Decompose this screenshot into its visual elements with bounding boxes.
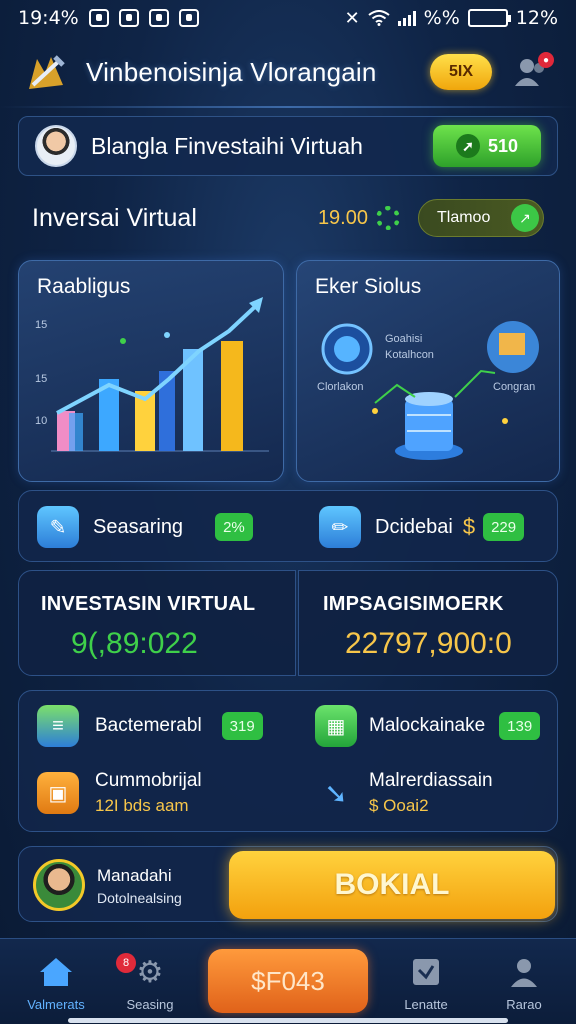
stack-icon: ≡ (37, 705, 79, 747)
notification-badge: ● (538, 52, 554, 68)
list-badge: 139 (499, 712, 541, 740)
coin-button[interactable]: 5IX (430, 54, 492, 90)
growth-chart-panel[interactable]: Raabligus 15 15 10 (18, 260, 284, 482)
stat-badge: 229 (483, 513, 525, 541)
activity-list: ≡ Bactemerabl 319 ▦ Malockainake 139 ▣ C… (18, 690, 558, 832)
stat-label: Dcidebai (375, 515, 453, 538)
manager-sub: Dotolnealsing (97, 890, 182, 906)
home-icon (38, 955, 74, 989)
avatar (35, 125, 77, 167)
virtual-investment-card[interactable]: INVESTASIN VIRTUAL 9(,89:022 (18, 570, 296, 676)
axis-tick: 10 (35, 415, 48, 427)
notification-icon (88, 9, 109, 27)
cta-row: Manadahi Dotolnealsing BOKIAL (18, 846, 558, 922)
image-icon (178, 9, 199, 27)
investasi-pill-label: Tlamoo (437, 209, 491, 226)
nav-item-home[interactable]: Valmerats (6, 955, 106, 1012)
diagram-label: Clorlakon (317, 381, 364, 393)
card-value: 9(,89:022 (71, 627, 198, 660)
arrow-down-icon: ➘ (324, 777, 348, 809)
settings-icon[interactable] (376, 206, 400, 230)
person-icon (506, 955, 542, 989)
profile-card[interactable]: Blangla Finvestaihi Virtuah ➚ 510 (18, 116, 558, 176)
list-item[interactable]: ≡ Bactemerabl 319 (37, 703, 263, 749)
wifi-icon (368, 10, 390, 26)
app-title: Vinbenoisinja Vlorangain (86, 56, 377, 87)
home-indicator[interactable] (68, 1018, 508, 1023)
status-time: 19:4% (18, 7, 79, 29)
currency-icon: $ (462, 514, 476, 539)
battery-icon (467, 9, 511, 27)
network-panel[interactable]: Eker Siolus Goahisi Kotalhcon Clorlakon … (296, 260, 560, 482)
section-title: Inversai Virtual (32, 203, 197, 232)
investasi-value: 19.00 (317, 206, 368, 229)
investasi-row: Inversai Virtual 19.00 Tlamoo ↗ (0, 192, 576, 244)
nav-item-profile[interactable]: Rarao (474, 955, 574, 1012)
nav-badge: 8 (116, 953, 136, 973)
mute-icon: ✕ (344, 7, 360, 29)
list-label: Bactemerabl (95, 715, 202, 736)
app-notification-icon (118, 9, 139, 27)
impsagis-card[interactable]: IMPSAGISIMOERK 22797,900:0 (298, 570, 558, 676)
app-logo-icon[interactable] (24, 50, 70, 94)
nav-label: Seasing (126, 997, 174, 1012)
message-icon (148, 9, 169, 27)
user-button[interactable]: ● (512, 52, 554, 92)
signal-icon (397, 10, 416, 26)
list-item[interactable]: ➘ Malrerdiassain $ Ooai2 (315, 765, 493, 821)
stats-row: ✎ Seasaring 2% ✏ Dcidebai $ 229 (18, 490, 558, 562)
status-bar: 19:4% ✕ %% 12% (0, 0, 576, 36)
gear-icon: ⚙ (136, 955, 164, 989)
nav-item-lenatte[interactable]: Lenatte (376, 955, 476, 1012)
nav-label: Valmerats (27, 997, 85, 1012)
profile-name: Blangla Finvestaihi Virtuah (91, 132, 363, 159)
list-item[interactable]: ▣ Cummobrijal 12I bds aam (37, 765, 202, 821)
card-value: 22797,900:0 (345, 627, 512, 660)
primary-action-button[interactable]: BOKIAL (229, 851, 555, 919)
list-sub: 12I bds aam (95, 796, 189, 815)
cube-icon: ▦ (315, 705, 357, 747)
axis-tick: 15 (35, 319, 48, 331)
stat-seasaring[interactable]: ✎ Seasaring 2% (37, 502, 253, 552)
manager-name: Manadahi (97, 866, 172, 885)
tag-icon (408, 955, 444, 989)
list-badge: 319 (221, 712, 263, 740)
divider (0, 106, 576, 108)
nav-label: Rarao (506, 997, 542, 1012)
battery-text: 12% (515, 7, 558, 29)
card-label: INVESTASIN VIRTUAL (41, 593, 256, 615)
arrow-icon: ➚ (455, 134, 480, 158)
list-label: Malockainake (369, 715, 486, 736)
bottom-nav: Valmerats ⚙ Seasing 8 $F043 Lenatte Rara… (0, 938, 576, 1024)
nav-label: Lenatte (404, 997, 448, 1012)
stat-label: Seasaring (93, 515, 184, 538)
stat-dcidebai[interactable]: ✏ Dcidebai $ 229 (319, 502, 525, 552)
nav-item-settings[interactable]: ⚙ Seasing 8 (100, 953, 200, 1012)
app-bar: Vinbenoisinja Vlorangain 5IX ● (0, 40, 576, 104)
manager-avatar (33, 859, 85, 911)
signal-text: %% (423, 7, 460, 29)
list-item[interactable]: ▦ Malockainake 139 (315, 703, 541, 749)
pencil-icon: ✏ (319, 506, 361, 548)
axis-tick: 15 (35, 373, 48, 385)
list-sub: $ Ooai2 (369, 796, 429, 815)
diagram-label: Kotalhcon (385, 349, 434, 361)
box-icon: ▣ (37, 772, 79, 814)
edit-icon: ✎ (37, 506, 79, 548)
list-label: Malrerdiassain (369, 770, 493, 791)
stat-badge: 2% (215, 513, 253, 541)
panel-title: Eker Siolus (315, 275, 422, 298)
manager-info: Manadahi Dotolnealsing (97, 865, 182, 909)
diagram-label: Goahisi (385, 333, 423, 345)
balance-button[interactable]: ➚ 510 (433, 125, 541, 167)
balance-value: 510 (487, 135, 519, 156)
diagram-label: Congran (493, 381, 536, 393)
nav-center-button[interactable]: $F043 (208, 949, 368, 1013)
growth-chart-icon (51, 297, 269, 452)
card-label: IMPSAGISIMOERK (323, 593, 504, 615)
investasi-pill[interactable]: Tlamoo ↗ (418, 199, 544, 237)
list-label: Cummobrijal (95, 770, 202, 791)
growth-icon: ↗ (511, 204, 539, 232)
